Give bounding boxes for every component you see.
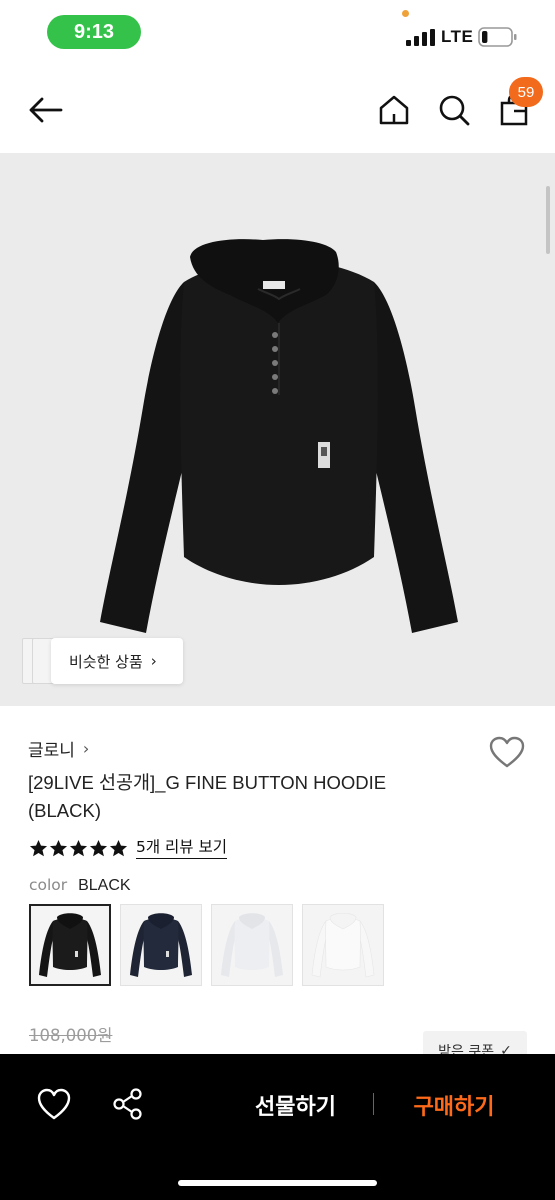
star-icon xyxy=(109,839,128,856)
home-indicator[interactable] xyxy=(178,1180,377,1186)
original-price: 108,000원 xyxy=(29,1026,113,1045)
home-button[interactable] xyxy=(372,88,416,132)
color-row: color BLACK xyxy=(29,876,131,895)
share-icon xyxy=(113,1088,142,1120)
cart-count-badge: 59 xyxy=(509,77,543,107)
wishlist-button[interactable] xyxy=(488,735,526,769)
color-value: BLACK xyxy=(78,877,131,894)
battery-icon xyxy=(478,27,517,47)
rating-stars xyxy=(29,839,128,858)
color-swatch-white[interactable] xyxy=(302,904,384,986)
search-icon xyxy=(439,95,470,126)
heart-icon xyxy=(489,736,525,768)
home-icon xyxy=(379,95,409,125)
star-icon xyxy=(29,839,48,856)
heart-icon xyxy=(37,1088,71,1120)
bottom-wishlist-button[interactable] xyxy=(36,1087,72,1121)
product-title: [29LIVE 선공개]_G FINE BUTTON HOODIE (BLACK… xyxy=(28,772,387,821)
black-hoodie-thumbnail xyxy=(39,913,101,977)
top-navigation-bar xyxy=(0,70,555,152)
bottom-action-bar: 선물하기 구매하기 xyxy=(0,1054,555,1200)
status-bar: 9:13 LTE xyxy=(0,0,555,66)
divider xyxy=(373,1093,374,1115)
cellular-signal-icon xyxy=(406,29,435,46)
light-gray-hoodie-thumbnail xyxy=(221,913,283,977)
brand-link[interactable]: 글로니 › xyxy=(28,736,89,761)
review-link[interactable]: 5개 리뷰 보기 xyxy=(136,837,228,859)
share-button[interactable] xyxy=(112,1087,144,1121)
product-image-gallery[interactable]: 비슷한 상품 › xyxy=(0,153,555,706)
gift-button[interactable]: 선물하기 xyxy=(238,1086,353,1124)
network-type: LTE xyxy=(441,27,474,46)
rating-row: 5개 리뷰 보기 xyxy=(29,835,228,861)
color-swatch-black[interactable] xyxy=(29,904,111,986)
navy-hoodie-thumbnail xyxy=(130,913,192,977)
star-icon xyxy=(49,839,68,856)
status-time: 9:13 xyxy=(47,15,141,49)
color-swatch-navy[interactable] xyxy=(120,904,202,986)
arrow-left-icon xyxy=(29,97,63,123)
privacy-indicator-dot xyxy=(402,10,409,17)
star-icon xyxy=(89,839,108,856)
white-hoodie-thumbnail xyxy=(311,912,375,978)
color-label: color xyxy=(29,876,68,894)
similar-products-label: 비슷한 상품 xyxy=(69,652,143,671)
buy-button[interactable]: 구매하기 xyxy=(395,1086,513,1124)
search-button[interactable] xyxy=(432,88,476,132)
similar-products-button[interactable]: 비슷한 상품 › xyxy=(51,638,183,684)
star-icon xyxy=(69,839,88,856)
chevron-right-icon: › xyxy=(150,652,157,670)
color-swatch-light-gray[interactable] xyxy=(211,904,293,986)
back-button[interactable] xyxy=(22,90,68,130)
black-hoodie-image xyxy=(100,239,458,633)
chevron-right-icon: › xyxy=(82,739,90,758)
gallery-scrollbar[interactable] xyxy=(546,186,550,254)
brand-name: 글로니 xyxy=(28,741,75,761)
